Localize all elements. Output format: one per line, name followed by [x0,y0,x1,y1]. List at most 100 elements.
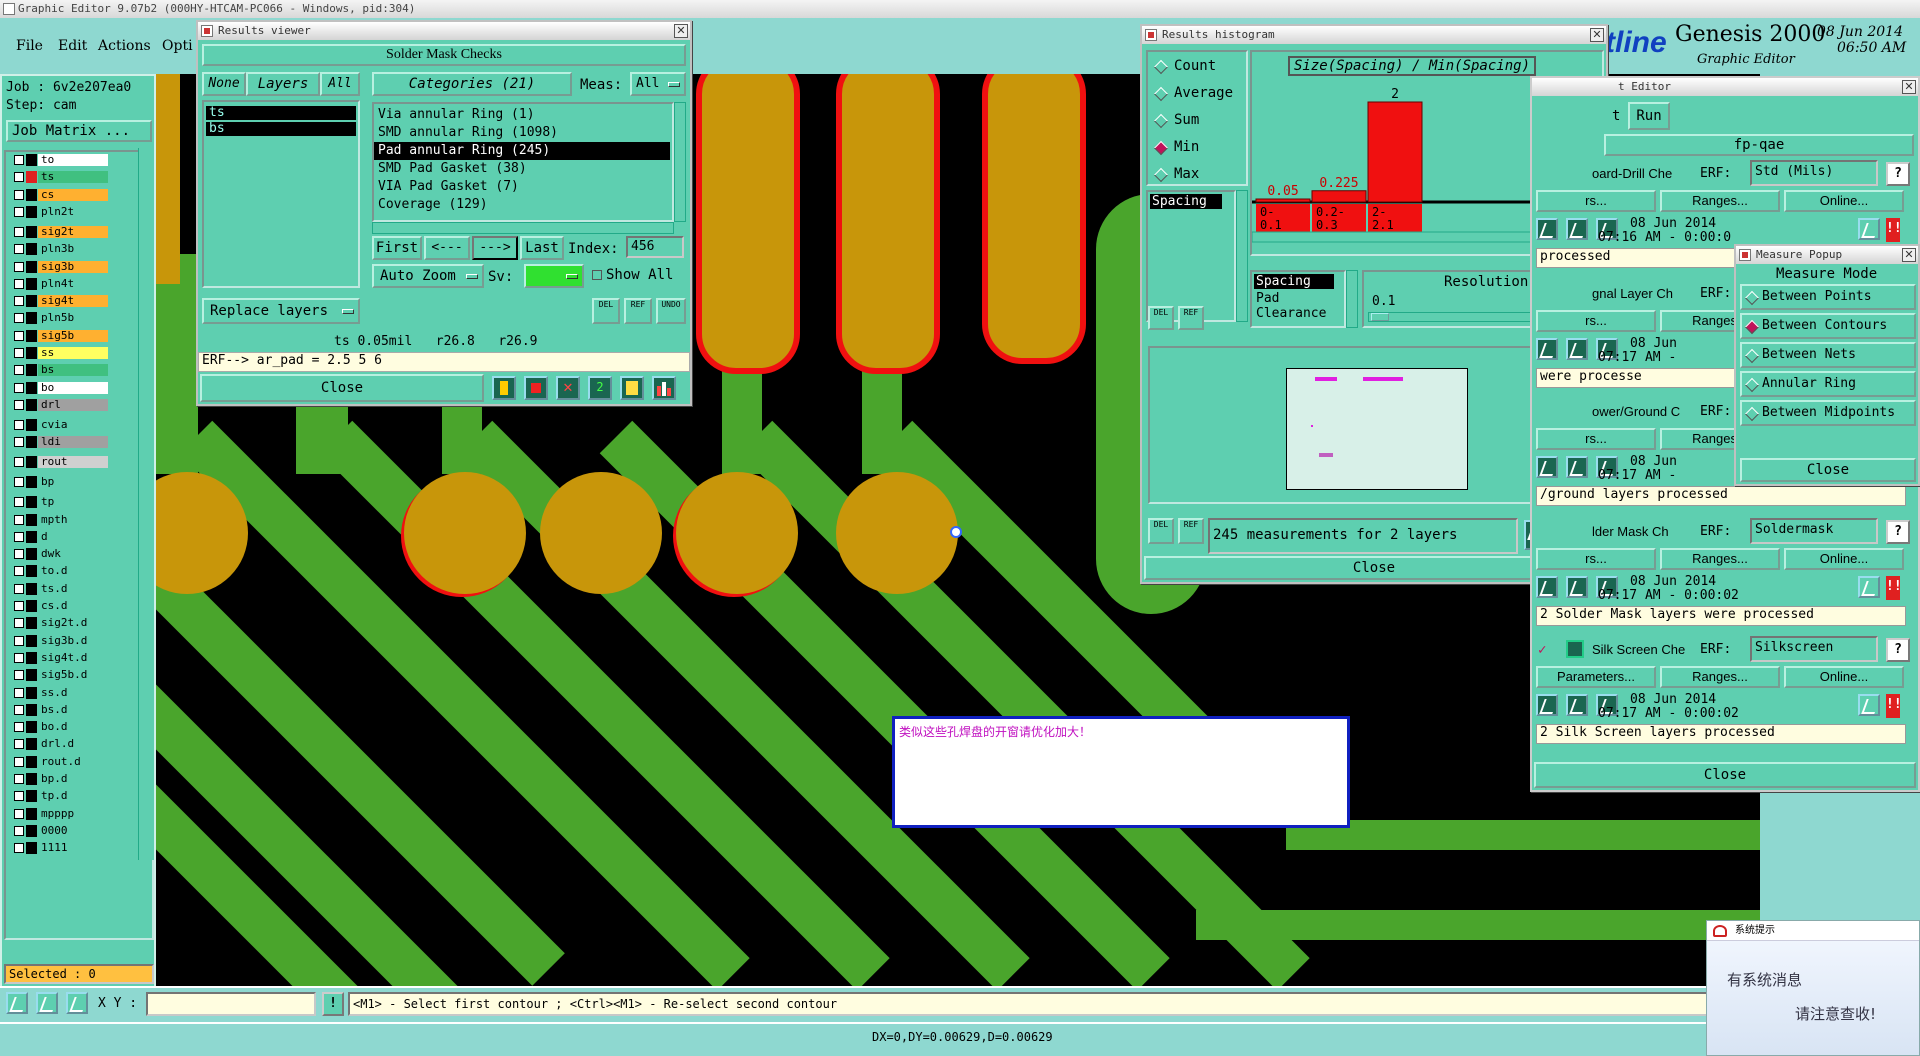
layer-checkbox[interactable] [14,155,24,165]
index-input[interactable]: 456 [626,236,684,258]
close-icon[interactable]: ✕ [1902,80,1916,94]
layer-row-ss[interactable]: ss [12,347,108,360]
run-check-icon[interactable] [1536,338,1558,360]
layer-row-sig3b[interactable]: sig3b [12,260,108,274]
layer-row-sig4t-d[interactable]: sig4t.d [12,651,108,665]
layer-row-bp[interactable]: bp [12,476,108,489]
radio-icon[interactable] [1153,167,1169,183]
hist-del-button[interactable]: DEL [1148,306,1174,330]
replace-layers-select[interactable]: Replace layers [202,298,360,324]
all-layers-button[interactable]: All [320,72,360,96]
next-button[interactable]: ---> [472,236,518,260]
layer-checkbox[interactable] [14,704,24,715]
layer-color-swatch[interactable] [26,600,37,612]
radio-icon[interactable] [1153,86,1169,102]
layer-row-pln3b[interactable]: pln3b [12,243,108,256]
layer-color-swatch[interactable] [26,582,37,595]
layer-color-swatch[interactable] [26,364,37,377]
layer-color-swatch[interactable] [26,205,37,218]
layer-row-ts-d[interactable]: ts.d [12,582,108,596]
layer-row-sig5b[interactable]: sig5b [12,329,108,343]
run-check-icon[interactable] [1566,338,1588,360]
category-listbox[interactable]: Via annular Ring (1) SMD annular Ring (10… [372,102,674,222]
parameters-button[interactable]: rs... [1536,428,1656,450]
layer-row-pln5b[interactable]: pln5b [12,312,108,325]
ranges-button[interactable]: Ranges... [1660,666,1780,688]
qae-close-button[interactable]: Close [1534,762,1916,788]
layer-row-cs[interactable]: cs [12,188,108,202]
layer-color-swatch[interactable] [26,617,37,630]
run-check-icon[interactable] [1536,694,1558,716]
layer-row-mpppp[interactable]: mpppp [12,807,108,821]
layer-color-swatch[interactable] [26,476,37,489]
help-icon[interactable]: ? [1886,520,1910,544]
layer-row-tp[interactable]: tp [12,496,108,509]
alert-icon[interactable]: ! [322,992,344,1016]
layer-color-swatch[interactable] [26,686,37,699]
check-enabled-icon[interactable]: ✓ [1538,642,1552,658]
hist-option-count[interactable]: Count [1152,58,1244,76]
layer-row-bp-d[interactable]: bp.d [12,773,108,786]
menu-actions[interactable]: Actions [98,38,151,54]
alert-red-icon[interactable]: !! [1886,694,1902,718]
hist-ref-button[interactable]: REF [1178,306,1204,330]
layer-checkbox[interactable] [14,296,24,307]
layer-checkbox[interactable] [14,399,24,410]
layer-row-d[interactable]: d [12,530,108,544]
measure-mode-option[interactable]: Annular Ring [1740,371,1916,397]
layer-color-swatch[interactable] [26,738,37,751]
hist-bar[interactable] [1255,198,1311,203]
view-results-icon[interactable] [1858,694,1880,716]
category-item[interactable]: Via annular Ring (1) [374,106,670,124]
layer-color-swatch[interactable] [26,755,37,768]
layer-row-bs-d[interactable]: bs.d [12,703,108,717]
ranges-button[interactable]: Ranges... [1660,190,1780,212]
close-icon[interactable]: ✕ [1902,248,1916,262]
help-icon[interactable]: ? [1886,638,1910,662]
layer-color-swatch[interactable] [26,634,37,647]
layer-row-to[interactable]: to [12,154,108,167]
select-tool-icon[interactable] [6,992,28,1014]
radio-icon[interactable] [1153,140,1169,156]
layer-row-rout[interactable]: rout [12,456,108,469]
measure-mode-option[interactable]: Between Nets [1740,342,1916,368]
hist-list[interactable]: Spacing [1146,190,1236,322]
category-item[interactable]: Coverage (129) [374,196,670,214]
layer-color-swatch[interactable] [26,347,37,359]
online-button[interactable]: Online... [1784,548,1904,570]
type-pad[interactable]: Pad [1254,291,1342,306]
layer-row-ldi[interactable]: ldi [12,436,108,449]
snap-tool-icon[interactable] [66,992,88,1014]
measure-close-button[interactable]: Close [1740,458,1916,482]
radio-icon[interactable] [1744,319,1760,335]
layer-row-1111[interactable]: 1111 [12,842,108,855]
layer-checkbox[interactable] [14,808,24,819]
layer-color-swatch[interactable] [26,721,37,734]
layer-checkbox[interactable] [14,825,24,836]
layers-button[interactable]: Layers [246,72,320,96]
alert-red-icon[interactable]: !! [1886,218,1902,242]
erf-field[interactable]: Soldermask [1750,518,1878,544]
hist-option-sum[interactable]: Sum [1152,112,1244,130]
layer-checkbox[interactable] [14,278,24,289]
measure-tool-icon[interactable] [36,992,58,1014]
measure-mode-option[interactable]: Between Points [1740,284,1916,310]
category-item[interactable]: SMD annular Ring (1098) [374,124,670,142]
hist-type-scroll[interactable] [1346,270,1358,328]
layer-checkbox[interactable] [14,497,24,508]
ref-button[interactable]: REF [624,298,652,324]
layer-checkbox[interactable] [14,172,24,183]
layer-color-swatch[interactable] [26,703,37,716]
layer-checkbox[interactable] [14,437,24,448]
view-results-icon[interactable] [1858,576,1880,598]
none-button[interactable]: None [202,72,246,96]
layer-row-cvia[interactable]: cvia [12,418,108,432]
results-close-button[interactable]: Close [200,374,484,402]
run-check-icon[interactable] [1536,456,1558,478]
category-item[interactable]: SMD Pad Gasket (38) [374,160,670,178]
undo-button[interactable]: UNDO [656,298,686,324]
parameters-button[interactable]: rs... [1536,190,1656,212]
hist-option-average[interactable]: Average [1152,85,1244,103]
layer-checkbox[interactable] [14,566,24,577]
layer-row-pln2t[interactable]: pln2t [12,205,108,219]
